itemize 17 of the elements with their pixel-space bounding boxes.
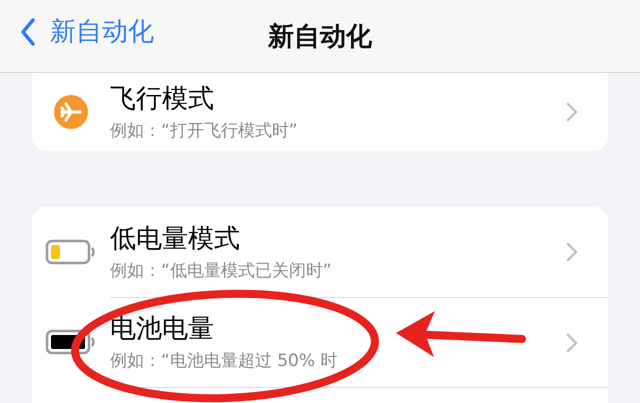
trigger-row[interactable]: 低电量模式 例如：“低电量模式已关闭时” <box>32 207 608 297</box>
back-button[interactable]: 新自动化 <box>20 14 154 49</box>
trigger-row[interactable]: 飞行模式 例如：“打开飞行模式时” <box>32 73 608 151</box>
row-title: 飞行模式 <box>110 82 215 114</box>
low-battery-icon <box>45 239 97 265</box>
row-title: 低电量模式 <box>110 222 241 254</box>
full-battery-icon <box>45 329 97 355</box>
chevron-icon <box>566 332 578 352</box>
airplane-icon <box>54 95 88 129</box>
row-example: 例如：“打开飞行模式时” <box>110 120 298 142</box>
row-example: 例如：“电池电量超过 50% 时 <box>110 350 338 372</box>
chevron-icon <box>566 102 578 122</box>
chevron-icon <box>566 242 578 262</box>
row-example: 例如：“低电量模式已关闭时” <box>110 260 332 282</box>
row-title: 电池电量 <box>110 313 215 345</box>
back-icon <box>20 16 36 46</box>
screen-title: 新自动化 <box>268 20 372 54</box>
